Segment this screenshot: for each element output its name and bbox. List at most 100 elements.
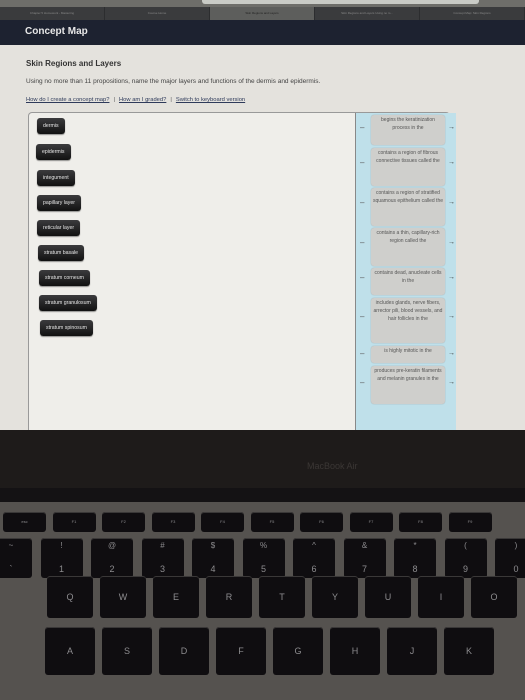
key-shift-symbol: ( <box>464 541 467 550</box>
keyboard-version-link[interactable]: Switch to keyboard version <box>176 97 245 103</box>
key-h[interactable]: H <box>330 627 380 675</box>
key-label: 6 <box>311 564 317 574</box>
arrow-right-icon[interactable]: → <box>448 379 455 387</box>
key-d[interactable]: D <box>159 627 209 675</box>
key-f[interactable]: F <box>216 627 266 675</box>
key-7[interactable]: & 7 <box>343 538 386 578</box>
browser-tab[interactable]: Course Home <box>105 7 210 20</box>
link-phrase[interactable]: produces pre-keratin filaments and melan… <box>371 366 445 404</box>
key-label: 4 <box>210 564 216 574</box>
divider: | <box>113 97 115 103</box>
concept-integument[interactable]: integument <box>37 170 75 186</box>
arrow-right-icon[interactable]: → <box>448 313 455 321</box>
address-bar[interactable] <box>202 0 479 4</box>
link-phrase[interactable]: contains dead, anucleate cells in the <box>371 268 445 295</box>
key-f8[interactable]: F8 <box>399 512 442 532</box>
key-label: 8 <box>412 564 418 574</box>
key-f3[interactable]: F3 <box>151 512 195 532</box>
key-5[interactable]: % 5 <box>242 538 285 578</box>
key-label: 3 <box>159 564 165 574</box>
arrow-right-icon[interactable]: → <box>448 274 455 282</box>
key-e[interactable]: E <box>153 576 199 618</box>
key-r[interactable]: R <box>206 576 252 618</box>
key-9[interactable]: (9 <box>444 538 487 578</box>
link-start-handle[interactable]: – <box>360 239 364 247</box>
key-a[interactable]: A <box>45 627 95 675</box>
key-shift-symbol: $ <box>210 541 216 550</box>
arrow-right-icon[interactable]: → <box>448 239 455 247</box>
concept-stratum-basale[interactable]: stratum basale <box>38 245 85 261</box>
key-q[interactable]: Q <box>47 576 93 618</box>
arrow-right-icon[interactable]: → <box>448 159 455 167</box>
key-label: 1 <box>58 564 64 574</box>
browser-chrome <box>0 0 525 7</box>
link-start-handle[interactable]: – <box>360 350 364 358</box>
browser-tab[interactable]: Concept Map: Skin Regions <box>420 7 525 20</box>
arrow-right-icon[interactable]: → <box>448 124 455 132</box>
browser-tab[interactable]: Chapter 5 Homework - Mastering <box>0 7 105 20</box>
key-shift-symbol: ) <box>514 541 518 550</box>
key-esc[interactable]: esc <box>3 512 46 532</box>
browser-tab-active[interactable]: Skin Regions and Layers <box>210 7 315 20</box>
concept-stratum-spinosum[interactable]: stratum spinosum <box>40 320 93 336</box>
key-1[interactable]: ! 1 <box>40 538 83 578</box>
key-label: 9 <box>462 564 468 574</box>
key-3[interactable]: #3 <box>141 538 184 578</box>
key-6[interactable]: ^ 6 <box>293 538 335 578</box>
link-start-handle[interactable]: – <box>360 199 364 207</box>
laptop-bezel: MacBook Air <box>0 430 525 488</box>
key-4[interactable]: $4 <box>192 538 234 578</box>
link-start-handle[interactable]: – <box>360 159 364 167</box>
key-t[interactable]: T <box>259 576 305 618</box>
key-2[interactable]: @2 <box>91 538 133 578</box>
concept-dermis[interactable]: dermis <box>37 118 65 134</box>
activity-instructions: Using no more than 11 propositions, name… <box>26 78 321 85</box>
link-phrase[interactable]: contains a thin, capillary-rich region c… <box>371 228 445 266</box>
browser-tab[interactable]: Skin Regions and Layers Using no m... <box>315 7 420 20</box>
concept-map-canvas[interactable]: dermis epidermis integument papillary la… <box>28 112 456 433</box>
key-o[interactable]: O <box>471 576 517 618</box>
how-graded-link[interactable]: How am I graded? <box>119 97 166 103</box>
key-0[interactable]: ) 0 <box>495 538 525 578</box>
key-f9[interactable]: F9 <box>448 512 492 532</box>
arrow-right-icon[interactable]: → <box>448 350 455 358</box>
key-f4[interactable]: F4 <box>201 512 244 532</box>
key-`[interactable]: ~ ` <box>0 538 32 578</box>
key-shift-symbol: # <box>160 541 165 550</box>
key-f1[interactable]: F1 <box>52 512 96 532</box>
key-f5[interactable]: F5 <box>250 512 294 532</box>
concept-epidermis[interactable]: epidermis <box>36 144 71 160</box>
laptop-brand: MacBook Air <box>307 461 358 471</box>
key-k[interactable]: K <box>444 627 494 675</box>
key-u[interactable]: U <box>365 576 411 618</box>
key-shift-symbol: % <box>259 541 268 550</box>
arrow-right-icon[interactable]: → <box>448 199 455 207</box>
link-phrase[interactable]: begins the keratinization process in the <box>371 115 445 145</box>
key-f2[interactable]: F2 <box>102 512 145 532</box>
key-y[interactable]: Y <box>312 576 358 618</box>
link-start-handle[interactable]: – <box>360 124 364 132</box>
key-w[interactable]: W <box>100 576 146 618</box>
key-j[interactable]: J <box>387 627 437 675</box>
concept-stratum-corneum[interactable]: stratum corneum <box>39 270 90 286</box>
link-start-handle[interactable]: – <box>360 274 364 282</box>
key-label: 2 <box>109 564 115 574</box>
link-phrase[interactable]: contains a region of stratified squamous… <box>371 188 445 226</box>
link-phrase[interactable]: contains a region of fibrous connective … <box>371 148 445 186</box>
link-phrase[interactable]: is highly mitotic in the <box>371 346 445 363</box>
concept-papillary-layer[interactable]: papillary layer <box>37 195 82 211</box>
key-g[interactable]: G <box>273 627 323 675</box>
key-8[interactable]: * 8 <box>394 538 436 578</box>
key-i[interactable]: I <box>418 576 464 618</box>
link-phrase[interactable]: includes glands, nerve fibers, arrector … <box>371 298 445 343</box>
link-phrase-panel: – begins the keratinization process in t… <box>355 113 456 433</box>
concept-reticular-layer[interactable]: reticular layer <box>37 220 81 236</box>
key-f6[interactable]: F6 <box>300 512 343 532</box>
activity-page: Skin Regions and Layers Using no more th… <box>0 45 525 433</box>
link-start-handle[interactable]: – <box>360 313 364 321</box>
link-start-handle[interactable]: – <box>360 379 364 387</box>
concept-stratum-granulosum[interactable]: stratum granulosum <box>39 295 97 311</box>
how-to-create-link[interactable]: How do I create a concept map? <box>26 97 109 103</box>
key-f7[interactable]: F7 <box>349 512 393 532</box>
key-s[interactable]: S <box>102 627 152 675</box>
